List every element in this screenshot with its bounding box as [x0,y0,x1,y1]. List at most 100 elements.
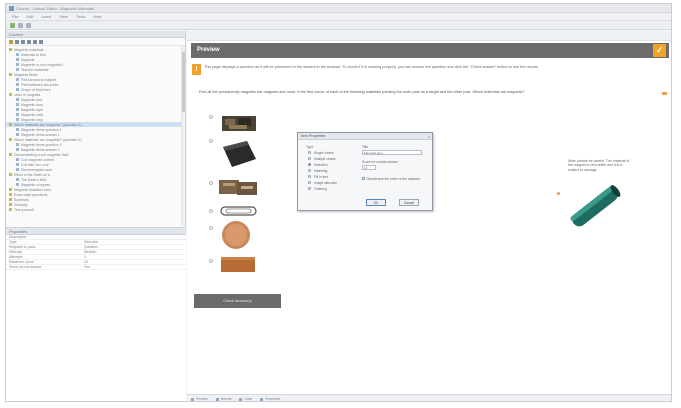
tree-item-label: Magnetic levitation train [14,187,51,192]
menu-tools[interactable]: Tools [76,13,85,20]
checkmark-icon[interactable]: ✓ [653,44,666,57]
menu-bar: File Edit Insert View Tools Help [6,13,671,21]
tree-item-label: Electromagnet uses [21,167,52,172]
dialog-title-label: Title [362,145,369,149]
page-icon [16,53,19,56]
option-2-radio[interactable] [209,139,213,143]
wood-block-image[interactable] [219,255,257,275]
save-icon[interactable] [26,23,31,28]
tree-item-label: Coil with iron core [21,162,49,167]
folder-icon [9,188,12,191]
folder-icon [9,48,12,51]
dialog-type-radio[interactable] [308,169,311,172]
dialog-type-label-item: Selection [314,162,328,167]
folder-icon [9,73,12,76]
preview-area: Preview ✓ ! This page displays a questio… [187,31,671,394]
property-value[interactable]: 10 [81,260,186,264]
folder-icon [9,208,12,211]
property-value[interactable]: Medium [81,250,186,254]
add-page-icon[interactable] [15,40,19,44]
option-3-radio[interactable] [209,181,213,185]
menu-view[interactable]: View [59,13,68,20]
check-answer-button[interactable]: Check answer(s) [194,294,281,308]
dialog-type-radio[interactable] [308,163,311,166]
status-tab-preview[interactable]: Preview [191,395,208,401]
properties-pane: Properties Description Type Selection Requi… [6,227,186,401]
status-bar: Preview Normal Code Properties [187,394,671,401]
dialog-type-radio[interactable] [308,187,311,190]
tree-item-label: Magnets [21,57,35,62]
menu-insert[interactable]: Insert [41,13,51,20]
property-value[interactable] [81,235,186,239]
dialog-type-radio[interactable] [308,157,311,160]
delete-icon[interactable] [33,40,37,44]
dialog-type-label-item: Image selection [314,180,338,185]
magnet-block-image[interactable] [219,139,259,169]
property-value[interactable]: Yes [81,265,186,269]
option-1-radio[interactable] [209,115,213,119]
magnet-rod-image[interactable] [564,182,626,232]
status-tab-code[interactable]: Code [239,395,252,401]
tree-item-label: Magnetic materials [14,47,44,52]
folder-icon [9,193,12,196]
tree-scrollbar-thumb[interactable] [182,52,185,112]
open-icon[interactable] [18,23,23,28]
properties-icon[interactable] [39,40,43,44]
hotspot-dot[interactable] [557,192,560,195]
copper-coin-image[interactable] [220,219,254,251]
status-tab-properties[interactable]: Properties [260,395,280,401]
status-tab-normal[interactable]: Normal [216,395,232,401]
paper-clip-image[interactable] [219,204,259,218]
dialog-score-input[interactable]: 10 [362,165,376,170]
menu-edit[interactable]: Edit [26,13,33,20]
tree-item-label: Magnetic items answer 2 [21,147,60,152]
move-up-icon[interactable] [21,40,25,44]
dialog-type-radio[interactable] [308,151,311,154]
option-6-radio[interactable] [209,259,213,263]
dialog-title-input[interactable]: Magnetic item [362,150,422,155]
tree-item[interactable]: Test yourself [6,207,185,212]
new-icon[interactable] [10,23,15,28]
property-row[interactable]: Show correct answer Yes [6,265,186,270]
property-value[interactable]: Selection [81,240,186,244]
dialog-type-label-item: Fill in text [314,174,328,179]
menu-help[interactable]: Help [93,13,101,20]
randomize-checkbox[interactable] [362,177,365,180]
page-icon [16,128,19,131]
property-key: Required to pass [9,245,36,249]
option-5-radio[interactable] [209,226,213,230]
dialog-type-radio[interactable] [308,181,311,184]
property-value[interactable]: Question [81,245,186,249]
tree-item-label: Test yourself [14,207,34,212]
ok-button[interactable]: OK [366,199,386,206]
property-key: Maximum score [9,260,34,264]
move-down-icon[interactable] [27,40,31,44]
dialog-type-radio[interactable] [308,175,311,178]
window-title: Course - Lesson Editor - Magnetic Materi… [16,6,95,11]
folder-icon [9,153,12,156]
option-4-radio[interactable] [209,209,213,213]
page-icon [16,108,19,111]
property-value[interactable]: 1 [81,255,186,259]
properties-pane-header: Properties [6,228,186,235]
tree-item-label: Demonstrating a coil magnetic field [14,152,69,157]
question-text: Find all the permanently magnetic bar ma… [199,90,525,94]
property-key: Type [9,240,17,244]
tree-item-label: Magnetic items answer 1 [21,132,60,137]
dialog-title: Item Properties [301,134,326,138]
page-icon [16,178,19,181]
tree-scrollbar[interactable] [181,46,185,226]
add-folder-icon[interactable] [9,40,13,44]
menu-file[interactable]: File [12,13,18,20]
tree-item-label: Field around a magnet [21,77,57,82]
iron-filings-image[interactable] [219,113,259,135]
dialog-type-label-item: Multiple choice [314,156,336,161]
page-icon [16,63,19,66]
folder-icon [9,198,12,201]
tree-item-label: Magnetic compass [21,182,51,187]
steel-nails-image[interactable] [217,176,261,198]
cancel-button[interactable]: Cancel [399,199,419,206]
tree-item-label: Uses of magnets [14,92,41,97]
close-icon[interactable]: × [428,134,430,139]
preview-title: Preview [197,47,220,53]
